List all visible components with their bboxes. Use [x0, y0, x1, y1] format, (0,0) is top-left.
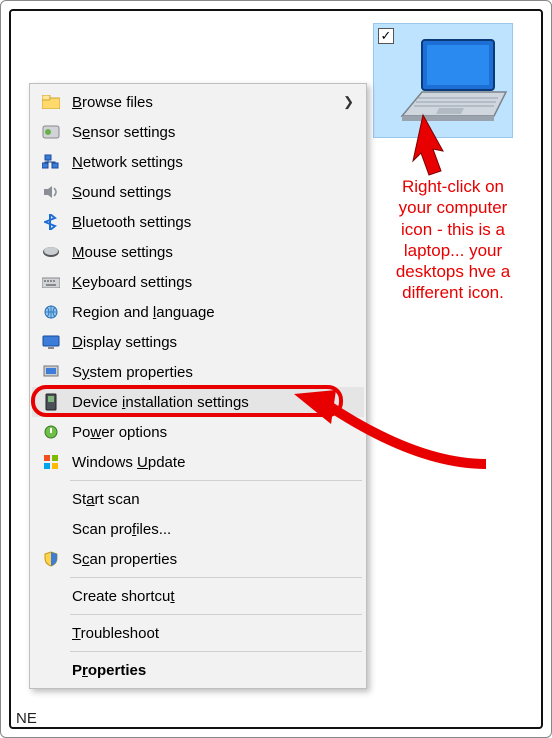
menu-label: Scan properties [72, 551, 177, 568]
menu-system-properties[interactable]: System properties [32, 357, 364, 387]
menu-bluetooth-settings[interactable]: Bluetooth settings [32, 207, 364, 237]
bluetooth-icon [40, 212, 62, 232]
menu-network-settings[interactable]: Network settings [32, 147, 364, 177]
menu-sensor-settings[interactable]: Sensor settings [32, 117, 364, 147]
device-icon [40, 392, 62, 412]
cutoff-text: NE [16, 710, 37, 727]
menu-label: Create shortcut [72, 588, 175, 605]
menu-device-installation-settings[interactable]: Device installation settings [32, 387, 364, 417]
system-icon [40, 362, 62, 382]
computer-icon-tile[interactable]: ✓ [373, 23, 513, 138]
menu-windows-update[interactable]: Windows Update [32, 447, 364, 477]
menu-keyboard-settings[interactable]: Keyboard settings [32, 267, 364, 297]
region-icon [40, 302, 62, 322]
menu-region-language[interactable]: Region and language [32, 297, 364, 327]
menu-label: Sound settings [72, 184, 171, 201]
sensor-icon [40, 122, 62, 142]
menu-label: Keyboard settings [72, 274, 192, 291]
menu-label: Windows Update [72, 454, 185, 471]
menu-create-shortcut[interactable]: Create shortcut [32, 581, 364, 611]
power-icon [40, 422, 62, 442]
menu-sound-settings[interactable]: Sound settings [32, 177, 364, 207]
folder-icon [40, 92, 62, 112]
update-icon [40, 452, 62, 472]
menu-browse-files[interactable]: Browse files [32, 87, 364, 117]
laptop-icon [394, 36, 514, 136]
menu-start-scan[interactable]: Start scan [32, 484, 364, 514]
separator [70, 480, 362, 481]
menu-scan-profiles[interactable]: Scan profiles... [32, 514, 364, 544]
menu-troubleshoot[interactable]: Troubleshoot [32, 618, 364, 648]
network-icon [40, 152, 62, 172]
menu-power-options[interactable]: Power options [32, 417, 364, 447]
menu-properties[interactable]: Properties [32, 655, 364, 685]
keyboard-icon [40, 272, 62, 292]
separator [70, 577, 362, 578]
menu-label: Network settings [72, 154, 183, 171]
menu-scan-properties[interactable]: Scan properties [32, 544, 364, 574]
menu-label: Troubleshoot [72, 625, 159, 642]
menu-label: Sensor settings [72, 124, 175, 141]
display-icon [40, 332, 62, 352]
menu-label: Scan profiles... [72, 521, 171, 538]
separator [70, 614, 362, 615]
context-menu: Browse files Sensor settings Network set… [29, 83, 367, 689]
menu-mouse-settings[interactable]: Mouse settings [32, 237, 364, 267]
menu-label: Display settings [72, 334, 177, 351]
annotation-text: Right-click on your computer icon - this… [393, 176, 513, 304]
mouse-icon [40, 242, 62, 262]
sound-icon [40, 182, 62, 202]
menu-label: Bluetooth settings [72, 214, 191, 231]
menu-label: Browse files [72, 94, 153, 111]
menu-label: Mouse settings [72, 244, 173, 261]
selection-checkbox[interactable]: ✓ [378, 28, 394, 44]
shield-icon [40, 549, 62, 569]
menu-label: Device installation settings [72, 394, 249, 411]
menu-label: Start scan [72, 491, 140, 508]
menu-label: Properties [72, 662, 146, 679]
menu-display-settings[interactable]: Display settings [32, 327, 364, 357]
menu-label: Region and language [72, 304, 215, 321]
separator [70, 651, 362, 652]
menu-label: System properties [72, 364, 193, 381]
menu-label: Power options [72, 424, 167, 441]
